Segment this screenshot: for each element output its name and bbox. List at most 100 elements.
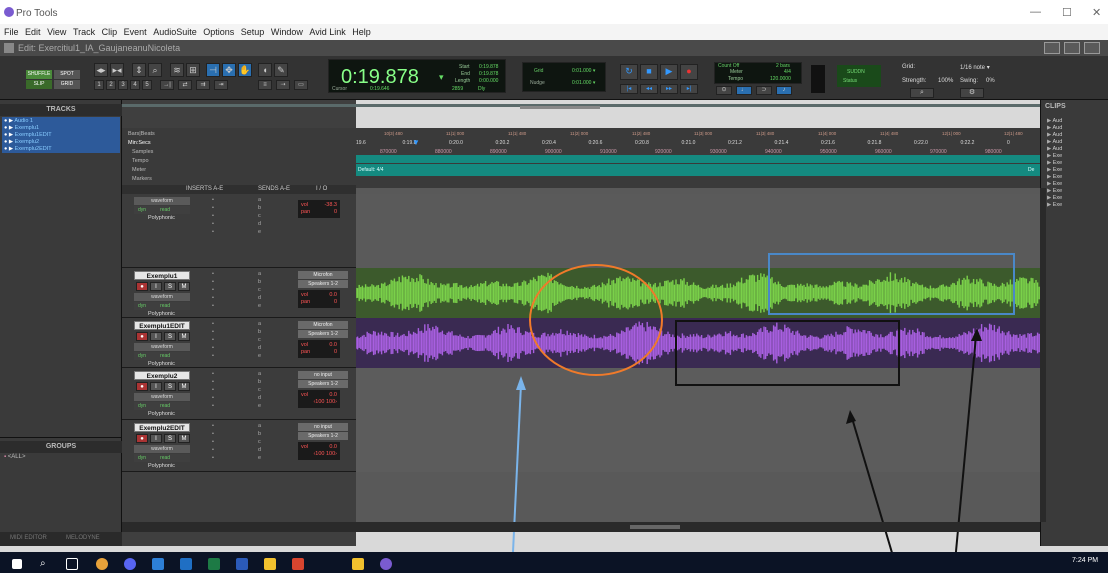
send-slot[interactable]: d	[258, 345, 261, 351]
solo-button[interactable]: S	[164, 332, 176, 341]
send-slot[interactable]: b	[258, 329, 261, 335]
insert-slot[interactable]: •	[212, 303, 214, 309]
shuffle-mode-button[interactable]: SHUFFLE	[26, 70, 52, 79]
zoom-preset-4[interactable]: 4	[130, 80, 140, 90]
insert-slot[interactable]: •	[212, 403, 214, 409]
pan-value[interactable]: 0	[334, 349, 337, 356]
grid-value[interactable]: 0:01.000 ▾	[572, 68, 595, 74]
track-view-selector[interactable]: waveform	[134, 293, 190, 301]
edit-restore-icon[interactable]	[1064, 42, 1080, 54]
link-timeline-icon[interactable]: ⇄	[178, 80, 192, 90]
search-icon[interactable]: ⌕	[910, 88, 934, 98]
output-selector[interactable]: Speakers 1-2	[298, 280, 348, 288]
elastic-audio-mode[interactable]: Polyphonic	[148, 411, 175, 417]
mute-button[interactable]: M	[178, 282, 190, 291]
solo-button[interactable]: S	[164, 434, 176, 443]
insert-slot[interactable]: •	[212, 395, 214, 401]
input-monitor-button[interactable]: I	[150, 282, 162, 291]
send-slot[interactable]: b	[258, 279, 261, 285]
clip-list-item[interactable]: ▶ Exe	[1047, 202, 1062, 210]
return-to-zero-button[interactable]: |◂	[620, 84, 638, 94]
search-taskbar-icon[interactable]: ⌕	[40, 558, 52, 570]
elastic-audio-mode[interactable]: Polyphonic	[148, 311, 175, 317]
playhead-marker[interactable]: ▼	[412, 138, 420, 147]
volume-pan-display[interactable]: vol 0.0 pan 0	[298, 340, 340, 358]
menu-window[interactable]: Window	[271, 24, 303, 40]
insert-slot[interactable]: •	[212, 329, 214, 335]
chrome-icon[interactable]	[96, 558, 108, 570]
input-monitor-button[interactable]: I	[150, 434, 162, 443]
elastic-audio-mode[interactable]: Polyphonic	[148, 463, 175, 469]
insert-slot[interactable]: •	[212, 353, 214, 359]
send-slot[interactable]: a	[258, 321, 261, 327]
automation-mode[interactable]: dyn read	[134, 352, 190, 360]
insert-slot[interactable]: •	[212, 271, 214, 277]
universe-handle[interactable]	[520, 106, 600, 109]
zoom-horiz-in-icon[interactable]: ▸◂	[110, 63, 124, 77]
edge-icon[interactable]	[152, 558, 164, 570]
pencil-tool-icon[interactable]: ✎	[274, 63, 288, 77]
insert-slot[interactable]: •	[212, 423, 214, 429]
elastic-audio-mode[interactable]: Polyphonic	[148, 361, 175, 367]
close-icon[interactable]: ✕	[1092, 6, 1101, 19]
vol-value[interactable]: 0.0	[329, 342, 337, 349]
record-arm-button[interactable]: ●	[136, 282, 148, 291]
send-slot[interactable]: c	[258, 387, 261, 393]
meter-marker-start[interactable]: Default: 4/4	[358, 167, 384, 173]
groups-all-item[interactable]: ▪ <ALL>	[4, 454, 25, 460]
insert-slot[interactable]: •	[212, 431, 214, 437]
discord-icon[interactable]	[124, 558, 136, 570]
vol-value[interactable]: 0.0	[329, 392, 337, 399]
zoom-preset-3[interactable]: 3	[118, 80, 128, 90]
send-slot[interactable]: a	[258, 423, 261, 429]
start-menu-icon[interactable]	[12, 559, 22, 569]
menu-setup[interactable]: Setup	[241, 24, 265, 40]
end-value[interactable]: 0:19.878	[479, 71, 498, 77]
insert-slot[interactable]: •	[212, 295, 214, 301]
track-header[interactable]: Exemplu1EDIT ● I S Mwaveform dyn read Polyphoni…	[122, 318, 356, 368]
insert-slot[interactable]: •	[212, 455, 214, 461]
pan-value[interactable]: ‹100 100›	[313, 399, 337, 406]
lane-audio1[interactable]	[356, 194, 1040, 268]
input-selector[interactable]: Microfon	[298, 321, 348, 329]
solo-button[interactable]: S	[164, 382, 176, 391]
meter-value[interactable]: 4/4	[784, 69, 791, 75]
tab-midi-editor[interactable]: MIDI EDITOR	[10, 535, 47, 541]
input-monitor-button[interactable]: I	[150, 382, 162, 391]
play-button[interactable]: ▶	[660, 64, 678, 80]
insert-slot[interactable]: •	[212, 205, 214, 211]
pan-value[interactable]: 0	[334, 299, 337, 306]
horizontal-scrollbar[interactable]	[356, 522, 1040, 532]
insert-slot[interactable]: •	[212, 279, 214, 285]
output-selector[interactable]: Speakers 1-2	[298, 330, 348, 338]
send-slot[interactable]: d	[258, 221, 261, 227]
midi-zoom-icon[interactable]: ⊞	[186, 63, 200, 77]
window-layout-icon[interactable]: ▭	[294, 80, 308, 90]
lane-exemplu2edit[interactable]	[356, 420, 1040, 472]
mute-button[interactable]: M	[178, 434, 190, 443]
track-view-selector[interactable]: waveform	[134, 393, 190, 401]
send-slot[interactable]: a	[258, 371, 261, 377]
volume-pan-display[interactable]: vol 0.0 pan 0	[298, 290, 340, 308]
menu-event[interactable]: Event	[124, 24, 147, 40]
grid-mode-button[interactable]: GRID	[54, 80, 80, 89]
grabber-tool-icon[interactable]: ✋	[238, 63, 252, 77]
track-name[interactable]: Exemplu1EDIT	[134, 321, 190, 330]
track-name[interactable]: Exemplu2	[134, 371, 190, 380]
insertion-follows-icon[interactable]: ⇥	[214, 80, 228, 90]
merge-icon[interactable]: ⊃	[756, 86, 772, 95]
vol-value[interactable]: -38.3	[324, 202, 337, 209]
track-view-selector[interactable]: waveform	[134, 445, 190, 453]
pan-value[interactable]: 0	[334, 209, 337, 216]
menu-track[interactable]: Track	[73, 24, 95, 40]
record-button[interactable]: ●	[680, 64, 698, 80]
zoomer-tool-icon[interactable]: ⌕	[148, 63, 162, 77]
tab-melodyne[interactable]: MELODYNE	[66, 535, 100, 541]
menu-options[interactable]: Options	[203, 24, 234, 40]
input-monitor-button[interactable]: I	[150, 332, 162, 341]
send-slot[interactable]: c	[258, 287, 261, 293]
conductor-icon[interactable]: ♪	[776, 86, 792, 95]
mail-icon[interactable]	[180, 558, 192, 570]
send-slot[interactable]: e	[258, 303, 261, 309]
stop-button[interactable]: ■	[640, 64, 658, 80]
